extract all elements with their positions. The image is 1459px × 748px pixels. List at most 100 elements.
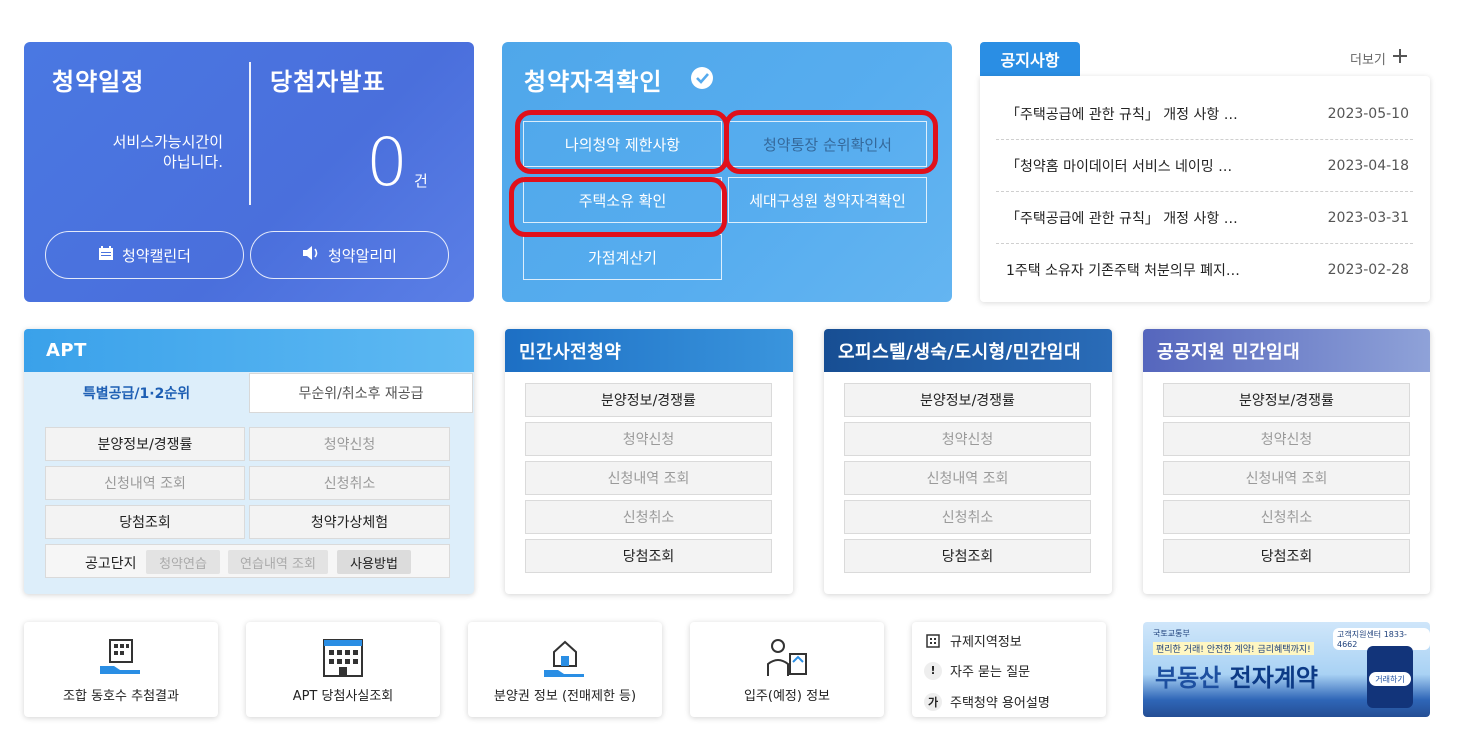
my-restrictions-button[interactable]: 나의청약 제한사항 [523,121,722,167]
household-eligibility-button[interactable]: 세대구성원 청약자격확인 [728,177,927,223]
notice-tab[interactable]: 공지사항 [980,42,1080,76]
winner-count: 0 [366,124,408,201]
schedule-title[interactable]: 청약일정 [52,62,144,97]
cancel-button[interactable]: 신청취소 [525,500,772,534]
sale-info-button[interactable]: 분양정보/경쟁률 [525,383,772,417]
message-line1: 서비스가능시간이 [112,133,223,151]
notice-item[interactable]: 「청약홈 마이데이터 서비스 네이밍 … 2023-04-18 [996,140,1413,192]
apply-button[interactable]: 청약신청 [525,422,772,456]
practice-chip[interactable]: 청약연습 [146,550,220,574]
officetel-card: 오피스텔/생숙/도시형/민간임대 분양정보/경쟁률 청약신청 신청내역 조회 신… [824,329,1112,594]
calendar-label: 청약캘린더 [121,246,191,265]
account-rank-button[interactable]: 청약통장 순위확인서 [728,121,927,167]
panel-divider [249,62,251,205]
usage-chip[interactable]: 사용방법 [337,550,411,574]
notice-date: 2023-05-10 [1327,105,1409,122]
winner-button[interactable]: 당첨조회 [1163,539,1410,573]
practice-history-chip[interactable]: 연습내역 조회 [228,550,328,574]
plus-icon [1392,48,1408,68]
house-ownership-button[interactable]: 주택소유 확인 [523,177,722,223]
ga-icon: 가 [924,692,942,711]
winner-button[interactable]: 당첨조회 [525,539,772,573]
presale-rights-tile[interactable]: 분양권 정보 (전매제한 등) [468,622,662,717]
banner-headline: 부동산 전자계약 [1155,658,1318,693]
speaker-icon [302,245,320,265]
apartment-icon [323,639,363,677]
service-unavailable-message: 서비스가능시간이 아닙니다. [43,132,223,172]
move-in-info-tile[interactable]: 입주(예정) 정보 [690,622,884,717]
exclamation-icon: ! [924,661,942,680]
notice-item[interactable]: 「주택공급에 관한 규칙」 개정 사항 … 2023-03-31 [996,192,1413,244]
calendar-icon [98,245,114,265]
sale-info-button[interactable]: 분양정보/경쟁률 [1163,383,1410,417]
house-hand-icon [544,640,584,677]
notice-title: 1주택 소유자 기존주택 처분의무 폐지… [1006,263,1240,279]
notice-list: 「주택공급에 관한 규칙」 개정 사항 … 2023-05-10 「청약홈 마이… [980,76,1430,302]
notice-date: 2023-04-18 [1327,157,1409,174]
tile-label: 분양권 정보 (전매제한 등) [493,689,637,704]
notice-date: 2023-02-28 [1327,262,1409,278]
apply-button[interactable]: 청약신청 [844,422,1091,456]
apt-simulation-button[interactable]: 청약가상체험 [249,505,450,539]
apt-title: APT [24,329,474,372]
banner-headline-part2: 전자계약 [1229,664,1318,692]
link-label: 자주 묻는 질문 [950,665,1031,680]
apply-button[interactable]: 청약신청 [1163,422,1410,456]
glossary-link[interactable]: 가 주택청약 용어설명 [924,692,1050,711]
card-title: 오피스텔/생숙/도시형/민간임대 [824,329,1112,372]
regulated-area-link[interactable]: 규제지역정보 [924,631,1022,650]
tab-special-supply[interactable]: 특별공급/1·2순위 [24,373,249,413]
more-label: 더보기 [1350,52,1386,68]
link-label: 주택청약 용어설명 [950,696,1050,711]
notice-title: 「주택공급에 관한 규칙」 개정 사항 … [1006,106,1238,123]
public-rental-card: 공공지원 민간임대 분양정보/경쟁률 청약신청 신청내역 조회 신청취소 당첨조… [1143,329,1430,594]
tile-label: 입주(예정) 정보 [743,689,831,704]
alarm-button[interactable]: 청약알리미 [250,231,449,279]
winner-title[interactable]: 당첨자발표 [270,62,385,97]
apt-card: APT 특별공급/1·2순위 무순위/취소후 재공급 분양정보/경쟁률 청약신청… [24,329,474,594]
building-hand-icon [100,639,140,674]
winner-unit: 건 [414,172,428,190]
apt-cancel-button[interactable]: 신청취소 [249,466,450,500]
apt-apply-button[interactable]: 청약신청 [249,427,450,461]
faq-link[interactable]: ! 자주 묻는 질문 [924,661,1030,680]
tab-resupply[interactable]: 무순위/취소후 재공급 [249,373,473,413]
tile-label: 조합 동호수 추첨결과 [63,689,179,704]
notice-title: 「주택공급에 관한 규칙」 개정 사항 … [1006,210,1238,227]
apt-winner-button[interactable]: 당첨조회 [45,505,245,539]
complex-label: 공고단지 [85,556,137,572]
check-icon [691,67,713,89]
schedule-panel: 청약일정 서비스가능시간이 아닙니다. 당첨자발표 0 건 청약캘린더 청약알리… [24,42,474,302]
point-calculator-button[interactable]: 가점계산기 [523,234,722,280]
link-label: 규제지역정보 [950,635,1022,650]
card-title: 공공지원 민간임대 [1143,329,1430,372]
e-contract-banner[interactable]: 국토교통부 고객지원센터 1833-4662 편리한 거래! 안전한 계약! 금… [1143,622,1430,717]
apt-history-button[interactable]: 신청내역 조회 [45,466,245,500]
notice-item[interactable]: 1주택 소유자 기존주택 처분의무 폐지… 2023-02-28 [996,244,1413,296]
pre-subscription-card: 민간사전청약 분양정보/경쟁률 청약신청 신청내역 조회 신청취소 당첨조회 [505,329,793,594]
eligibility-panel: 청약자격확인 나의청약 제한사항 청약통장 순위확인서 주택소유 확인 세대구성… [502,42,952,302]
more-link[interactable]: 더보기 [1350,48,1408,68]
banner-headline-part1: 부동산 [1155,664,1222,692]
eligibility-title: 청약자격확인 [524,68,663,96]
apt-sale-info-button[interactable]: 분양정보/경쟁률 [45,427,245,461]
notice-item[interactable]: 「주택공급에 관한 규칙」 개정 사항 … 2023-05-10 [996,88,1413,140]
history-button[interactable]: 신청내역 조회 [844,461,1091,495]
sale-info-button[interactable]: 분양정보/경쟁률 [844,383,1091,417]
union-lottery-tile[interactable]: 조합 동호수 추첨결과 [24,622,218,717]
notice-date: 2023-03-31 [1327,209,1409,226]
banner-tagline: 편리한 거래! 안전한 계약! 금리혜택까지! [1153,642,1314,655]
apt-winner-check-tile[interactable]: APT 당첨사실조회 [246,622,440,717]
building-icon [924,632,942,650]
banner-button[interactable]: 거래하기 [1369,672,1411,686]
cancel-button[interactable]: 신청취소 [1163,500,1410,534]
card-title: 민간사전청약 [505,329,793,372]
history-button[interactable]: 신청내역 조회 [1163,461,1410,495]
calendar-button[interactable]: 청약캘린더 [45,231,244,279]
banner-org: 국토교통부 [1153,629,1190,638]
history-button[interactable]: 신청내역 조회 [525,461,772,495]
winner-button[interactable]: 당첨조회 [844,539,1091,573]
cancel-button[interactable]: 신청취소 [844,500,1091,534]
tile-label: APT 당첨사실조회 [292,689,394,704]
message-line2: 아닙니다. [163,153,223,171]
